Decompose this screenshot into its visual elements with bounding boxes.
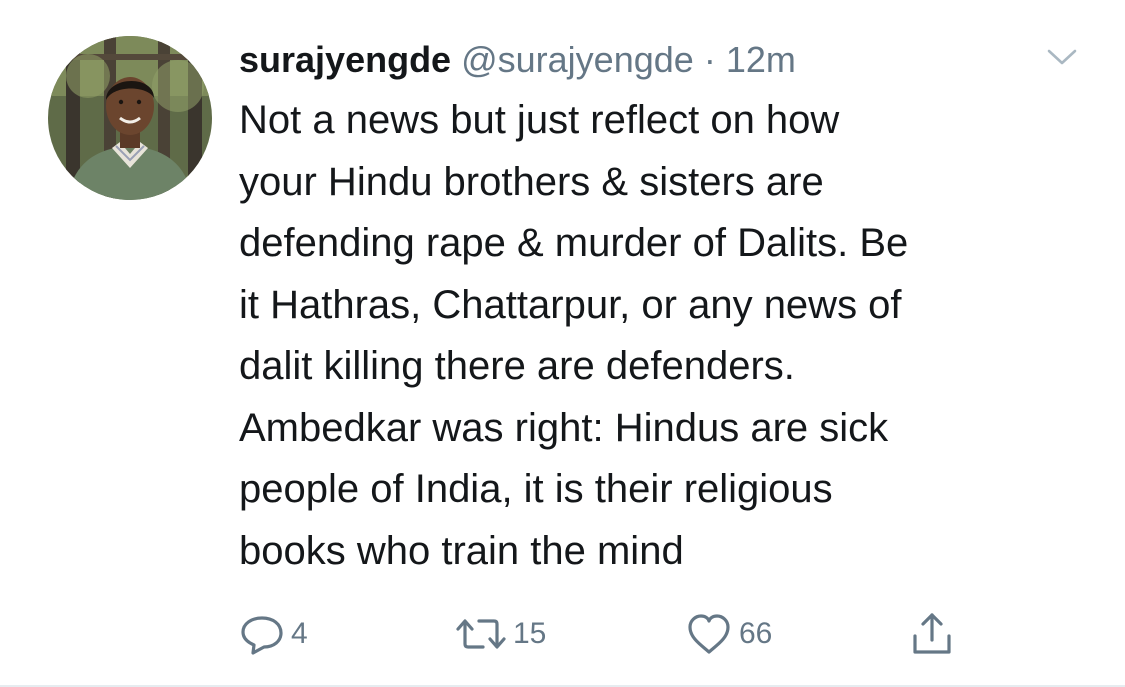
avatar[interactable] bbox=[48, 36, 212, 200]
reply-count: 4 bbox=[291, 617, 308, 650]
chevron-down-icon[interactable] bbox=[1043, 44, 1081, 70]
reply-button[interactable]: 4 bbox=[239, 612, 308, 656]
retweet-icon bbox=[455, 612, 507, 656]
tweet-actions: 4 15 66 bbox=[239, 612, 999, 656]
retweet-button[interactable]: 15 bbox=[455, 612, 546, 656]
separator-dot: · bbox=[703, 39, 716, 80]
retweet-count: 15 bbox=[513, 617, 547, 650]
share-button[interactable] bbox=[909, 612, 955, 656]
like-button[interactable]: 66 bbox=[685, 612, 772, 656]
share-icon bbox=[909, 612, 955, 656]
tweet-content: surajyengde @surajyengde · 12m Not a new… bbox=[239, 34, 1079, 582]
heart-icon bbox=[685, 612, 733, 656]
user-handle[interactable]: @surajyengde bbox=[461, 39, 694, 80]
reply-icon bbox=[239, 612, 285, 656]
tweet-header: surajyengde @surajyengde · 12m bbox=[239, 34, 1079, 86]
display-name[interactable]: surajyengde bbox=[239, 39, 451, 80]
like-count: 66 bbox=[739, 617, 773, 650]
timestamp[interactable]: 12m bbox=[726, 39, 796, 80]
tweet-card[interactable]: surajyengde @surajyengde · 12m Not a new… bbox=[0, 0, 1125, 687]
tweet-text: Not a news but just reflect on how your … bbox=[239, 98, 909, 573]
